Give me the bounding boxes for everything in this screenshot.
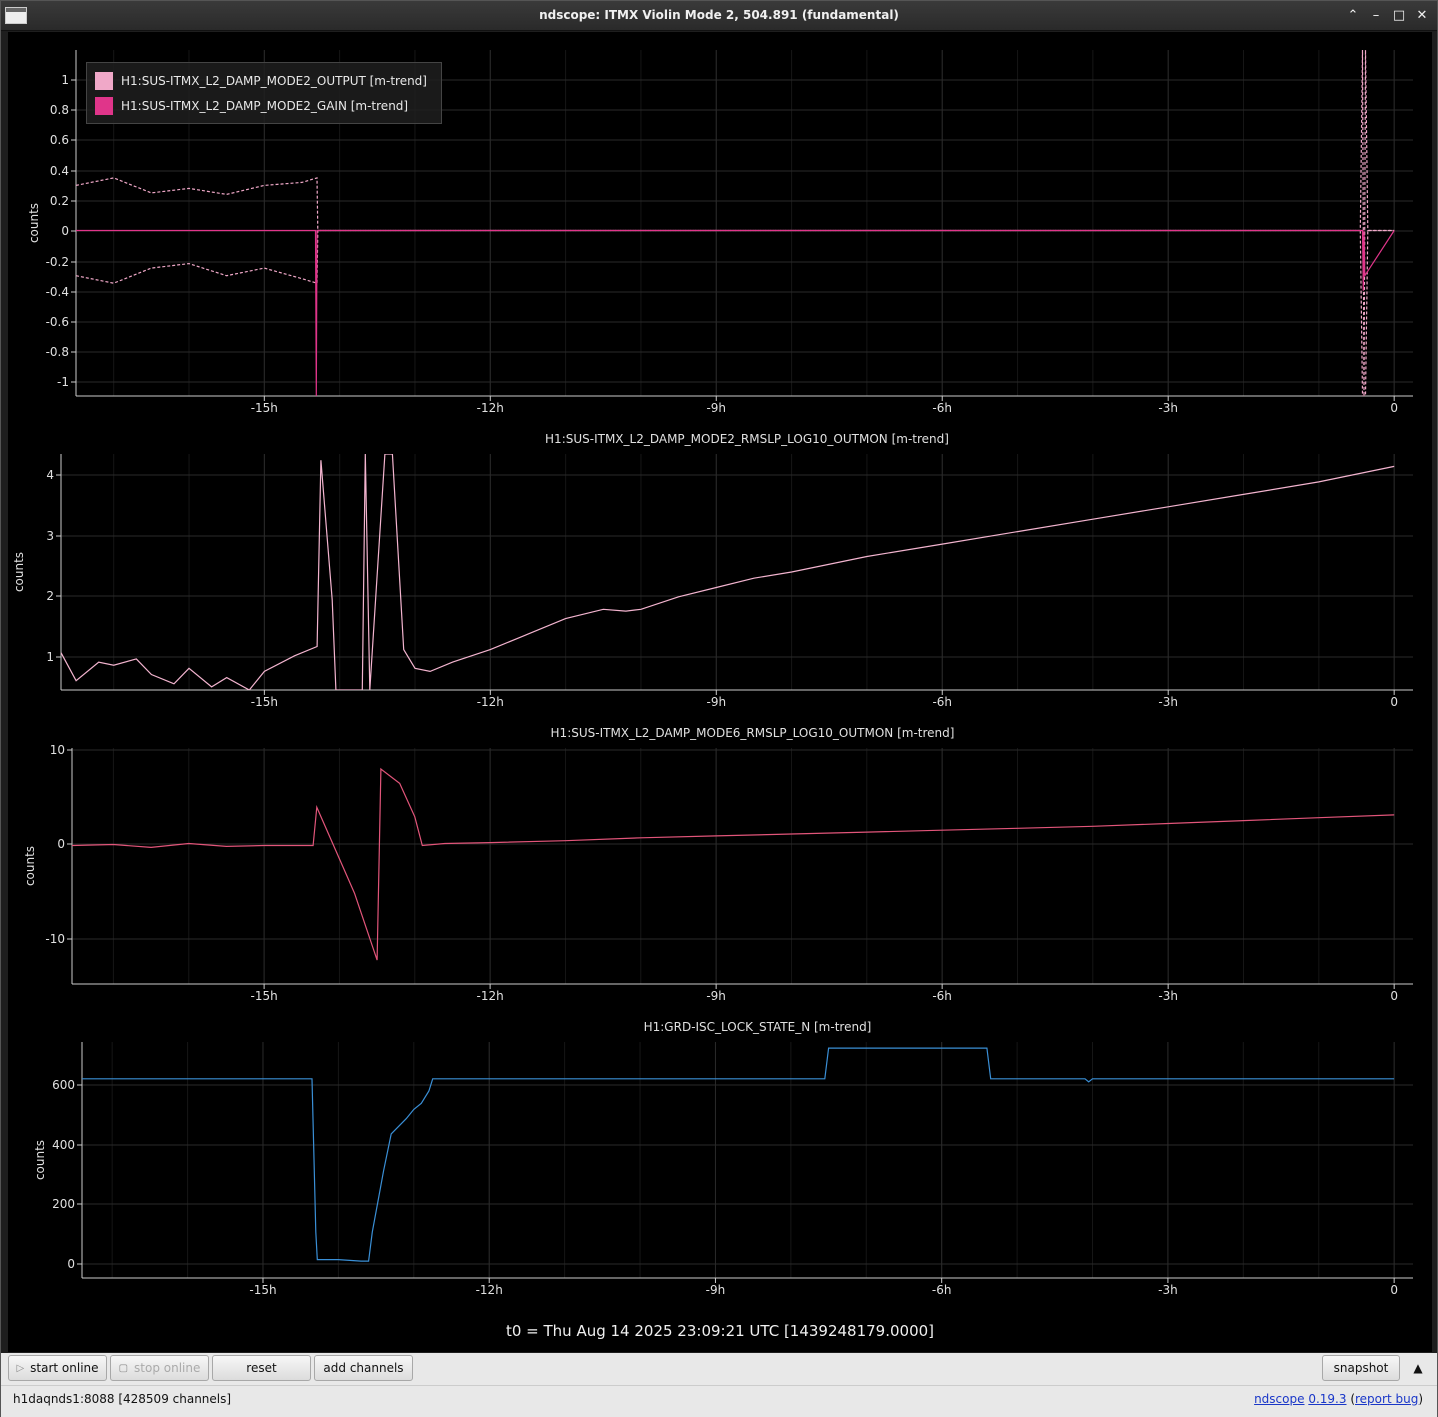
status-bar: h1daqnds1:8088 [428509 channels] ndscope… xyxy=(1,1385,1437,1417)
plot2-xtick-label: -6h xyxy=(932,695,952,709)
stop-online-label: stop online xyxy=(134,1361,201,1375)
close-icon[interactable]: ✕ xyxy=(1413,7,1431,25)
plot1-xtick-label: -9h xyxy=(706,401,726,415)
plot2-xtick-label: -12h xyxy=(477,695,504,709)
plot3-xtick-label: -12h xyxy=(477,989,504,1003)
plot1-ylabel: counts xyxy=(27,203,41,243)
plot2-xtick-label: -3h xyxy=(1158,695,1178,709)
plot4-xtick-label: 0 xyxy=(1390,1283,1398,1297)
legend-label-gain: H1:SUS-ITMX_L2_DAMP_MODE2_GAIN [m-trend] xyxy=(121,99,409,113)
start-online-label: start online xyxy=(30,1361,99,1375)
plot1-series-1-min xyxy=(76,229,1395,396)
legend-label-output: H1:SUS-ITMX_L2_DAMP_MODE2_OUTPUT [m-tren… xyxy=(121,74,427,88)
app-window: ndscope: ITMX Violin Mode 2, 504.891 (fu… xyxy=(0,0,1438,1417)
plot3-ytick-label: 10 xyxy=(50,743,65,757)
plot4-xtick-label: -15h xyxy=(249,1283,276,1297)
plot1-ytick-label: 1 xyxy=(61,73,69,87)
plot3-xtick-label: -9h xyxy=(706,989,726,1003)
plots-canvas[interactable]: -15h -12h -9h -6h -3h 0 1 0.8 0.6 0.4 0.2 0 -0.2 -0.4… xyxy=(8,32,1432,1352)
version-info: ndscope 0.19.3 (report bug) xyxy=(1254,1392,1423,1406)
legend-swatch-gain xyxy=(95,97,113,115)
plot3-xtick-label: -3h xyxy=(1158,989,1178,1003)
plot4-xtick-label: -12h xyxy=(476,1283,503,1297)
plot4-xtick-label: -3h xyxy=(1158,1283,1178,1297)
plot4-ytick-label: 400 xyxy=(52,1138,75,1152)
report-bug-link[interactable]: report bug xyxy=(1355,1392,1418,1406)
plot1-xtick-label: -12h xyxy=(477,401,504,415)
plot4-ytick-label: 0 xyxy=(67,1257,75,1271)
plot1-ytick-label: 0.8 xyxy=(50,103,69,117)
plot2-title: H1:SUS-ITMX_L2_DAMP_MODE2_RMSLP_LOG10_OU… xyxy=(545,432,949,446)
plot2-xtick-label: 0 xyxy=(1390,695,1398,709)
plot3-ytick-label: 0 xyxy=(57,837,65,851)
plot3-xtick-label: 0 xyxy=(1390,989,1398,1003)
plot3-xtick-label: -15h xyxy=(251,989,278,1003)
plot1-ytick-label: 0.6 xyxy=(50,133,69,147)
plot4-title: H1:GRD-ISC_LOCK_STATE_N [m-trend] xyxy=(644,1020,872,1034)
plot2-ytick-label: 3 xyxy=(46,529,54,543)
window-title: ndscope: ITMX Violin Mode 2, 504.891 (fu… xyxy=(539,8,899,22)
plot1-ytick-label: -1 xyxy=(57,375,69,389)
plot1-ytick-label: -0.8 xyxy=(46,345,69,359)
plot3-title: H1:SUS-ITMX_L2_DAMP_MODE6_RMSLP_LOG10_OU… xyxy=(551,726,955,740)
legend-item-gain[interactable]: H1:SUS-ITMX_L2_DAMP_MODE2_GAIN [m-trend] xyxy=(95,96,408,116)
reset-button[interactable]: reset xyxy=(212,1355,311,1381)
server-status: h1daqnds1:8088 [428509 channels] xyxy=(13,1392,232,1406)
expand-panel-icon[interactable]: ▲ xyxy=(1405,1355,1431,1381)
stop-online-button[interactable]: ▢ stop online xyxy=(110,1355,209,1381)
plot2-xtick-label: -9h xyxy=(706,695,726,709)
plot1-xtick-label: -15h xyxy=(251,401,278,415)
plot-area[interactable]: -15h -12h -9h -6h -3h 0 1 0.8 0.6 0.4 0.2 0 -0.2 -0.4… xyxy=(8,32,1432,1352)
maximize-icon[interactable]: □ xyxy=(1390,7,1408,25)
plot3-xtick-label: -6h xyxy=(932,989,952,1003)
plot4-xtick-label: -9h xyxy=(706,1283,726,1297)
plot1-xtick-label: 0 xyxy=(1390,401,1398,415)
play-icon: ▷ xyxy=(16,1362,25,1374)
plot2-ytick-label: 4 xyxy=(46,468,54,482)
plot3-series-1 xyxy=(72,767,1395,961)
plot1-xtick-label: -6h xyxy=(932,401,952,415)
plot1-legend[interactable]: H1:SUS-ITMX_L2_DAMP_MODE2_OUTPUT [m-tren… xyxy=(86,62,442,124)
plot2-series-1 xyxy=(61,454,1395,690)
add-channels-button[interactable]: add channels xyxy=(314,1355,413,1381)
plot3-ylabel: counts xyxy=(23,846,37,886)
plot1-xtick-label: -3h xyxy=(1158,401,1178,415)
plot1-ytick-label: 0.4 xyxy=(50,164,69,178)
plot1-ytick-label: -0.2 xyxy=(46,255,69,269)
plot4-ytick-label: 200 xyxy=(52,1197,75,1211)
t0-label: t0 = Thu Aug 14 2025 23:09:21 UTC [14392… xyxy=(505,1322,935,1340)
plot2-ytick-label: 1 xyxy=(46,650,54,664)
toolbar: ▷ start online ▢ stop online reset add c… xyxy=(1,1353,1437,1385)
shade-icon[interactable]: ⌃ xyxy=(1344,7,1362,25)
plot1-ytick-label: -0.4 xyxy=(46,285,69,299)
plot1-ytick-label: 0 xyxy=(61,224,69,238)
plot4-series-1 xyxy=(82,1047,1395,1262)
plot2-ytick-label: 2 xyxy=(46,589,54,603)
stop-icon: ▢ xyxy=(118,1362,129,1374)
version-link[interactable]: 0.19.3 xyxy=(1308,1392,1346,1406)
legend-item-output[interactable]: H1:SUS-ITMX_L2_DAMP_MODE2_OUTPUT [m-tren… xyxy=(95,71,427,91)
plot1-series-2 xyxy=(76,229,1395,396)
legend-swatch-output xyxy=(95,72,113,90)
plot4-ylabel: counts xyxy=(33,1140,47,1180)
minimize-icon[interactable]: – xyxy=(1367,7,1385,25)
ndscope-link[interactable]: ndscope xyxy=(1254,1392,1304,1406)
plot1-ytick-label: 0.2 xyxy=(50,194,69,208)
plot4-ytick-label: 600 xyxy=(52,1078,75,1092)
plot4-xtick-label: -6h xyxy=(932,1283,952,1297)
snapshot-button[interactable]: snapshot xyxy=(1322,1355,1400,1381)
plot2-ylabel: counts xyxy=(12,552,26,592)
plot1-ytick-label: -0.6 xyxy=(46,315,69,329)
title-bar[interactable]: ndscope: ITMX Violin Mode 2, 504.891 (fu… xyxy=(1,1,1437,31)
plot2-xtick-label: -15h xyxy=(251,695,278,709)
start-online-button[interactable]: ▷ start online xyxy=(8,1355,107,1381)
plot3-ytick-label: -10 xyxy=(45,932,65,946)
